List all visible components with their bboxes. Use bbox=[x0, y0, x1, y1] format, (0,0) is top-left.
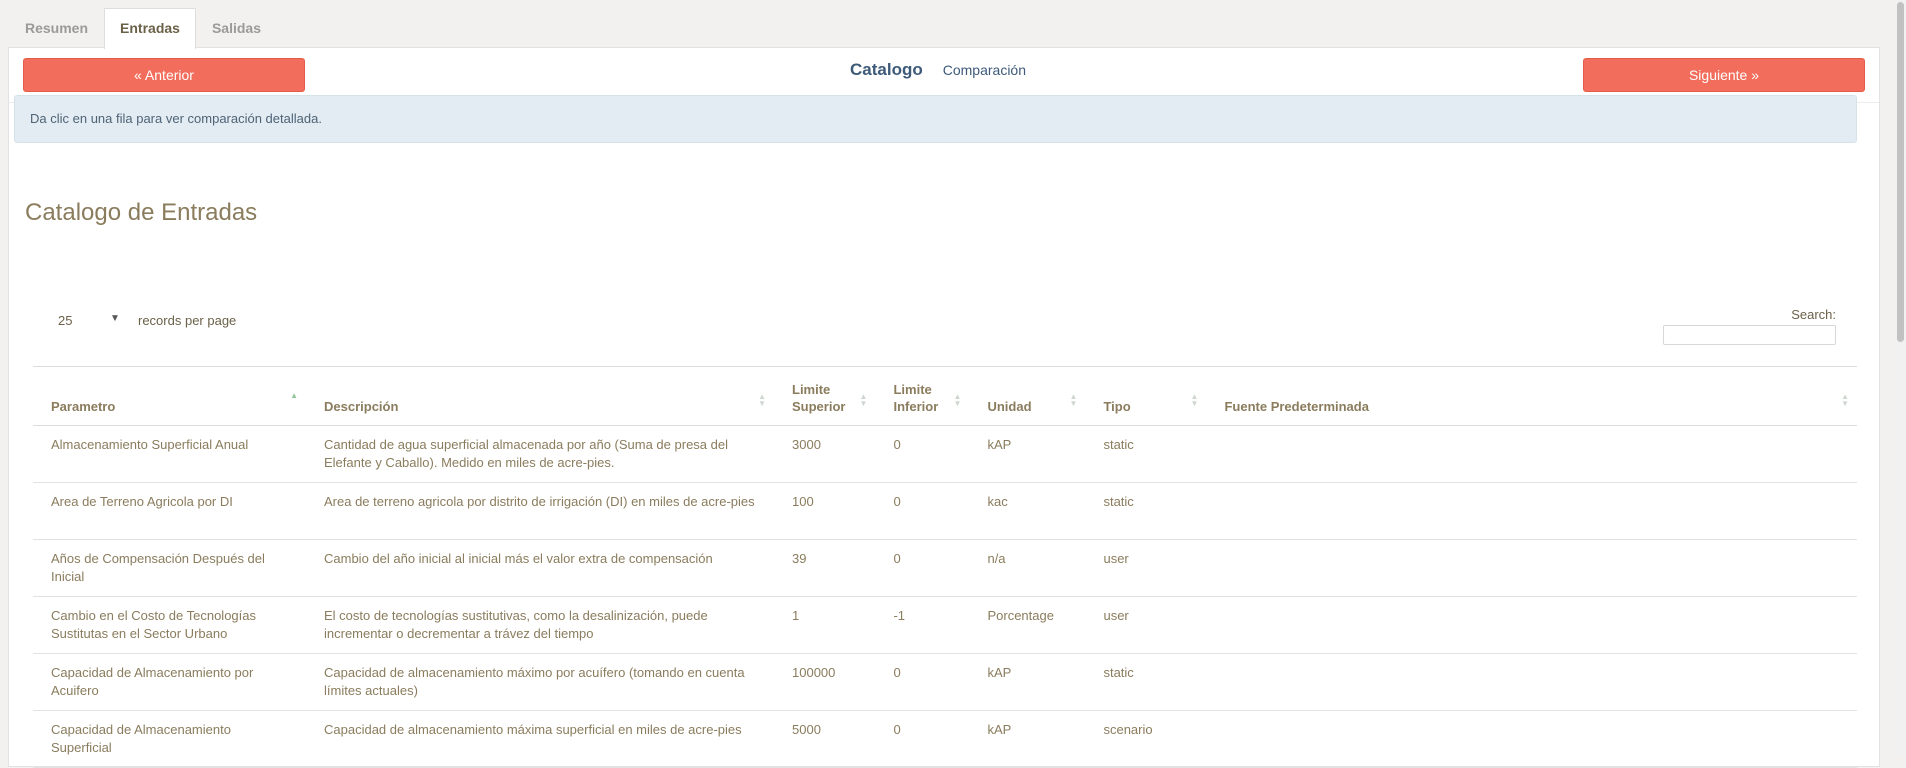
cell-unidad: n/a bbox=[987, 551, 1006, 566]
column-header-tipo[interactable]: Tipo ▲ ▼ bbox=[1085, 367, 1206, 426]
records-per-page-label: records per page bbox=[138, 313, 237, 328]
cell-limite-superior: 3000 bbox=[792, 437, 821, 452]
cell-limite-superior: 1 bbox=[792, 608, 800, 623]
column-header-descripcion[interactable]: Descripción ▲ ▼ bbox=[306, 367, 774, 426]
column-header-unidad[interactable]: Unidad ▲ ▼ bbox=[969, 367, 1085, 426]
page-scrollbar[interactable] bbox=[1894, 0, 1906, 756]
cell-descripcion: El costo de tecnologías sustitutivas, co… bbox=[324, 608, 708, 641]
cell-fuente bbox=[1206, 597, 1857, 654]
cell-unidad: Porcentage bbox=[987, 608, 1054, 623]
cell-descripcion: Capacidad de almacenamiento máxima super… bbox=[324, 722, 742, 737]
tab-entradas[interactable]: Entradas bbox=[104, 8, 196, 49]
column-header-label: Limite bbox=[893, 382, 932, 397]
cell-limite-superior: 5000 bbox=[792, 722, 821, 737]
cell-tipo: static bbox=[1103, 437, 1134, 452]
records-per-page-select[interactable]: 25 ▼ bbox=[58, 313, 120, 328]
cell-tipo: static bbox=[1103, 494, 1134, 509]
cell-parametro: Area de Terreno Agricola por DI bbox=[51, 494, 233, 509]
cell-fuente bbox=[1206, 483, 1857, 540]
column-header-label: Fuente Predeterminada bbox=[1224, 399, 1369, 414]
records-per-page-value: 25 bbox=[58, 313, 73, 328]
sub-navigation: Catalogo Comparación bbox=[850, 60, 1026, 80]
column-header-label: Limite bbox=[792, 382, 831, 397]
cell-limite-inferior: 0 bbox=[893, 494, 901, 509]
cell-unidad: kAP bbox=[987, 437, 1012, 452]
cell-limite-inferior: 0 bbox=[893, 437, 901, 452]
table-row[interactable]: Capacidad de Almacenamiento Superficial … bbox=[33, 711, 1857, 768]
column-header-label: Inferior bbox=[893, 399, 939, 414]
catalog-table: Parametro ▲ Descripción ▲ ▼ Limite Superi… bbox=[33, 366, 1857, 768]
table-row[interactable]: Capacidad de Almacenamiento por Acuifero… bbox=[33, 654, 1857, 711]
cell-limite-superior: 100 bbox=[792, 494, 814, 509]
cell-parametro: Años de Compensación Después del Inicial bbox=[51, 551, 265, 584]
cell-parametro: Capacidad de Almacenamiento Superficial bbox=[51, 722, 231, 755]
table-row[interactable]: Años de Compensación Después del Inicial… bbox=[33, 540, 1857, 597]
info-alert: Da clic en una fila para ver comparación… bbox=[14, 95, 1857, 143]
cell-descripcion: Cambio del año inicial al inicial más el… bbox=[324, 551, 713, 566]
sort-both-icon: ▲ ▼ bbox=[1190, 392, 1199, 408]
cell-tipo: user bbox=[1103, 608, 1129, 623]
column-header-limite-superior[interactable]: Limite Superior ▲ ▼ bbox=[774, 367, 875, 426]
cell-unidad: kAP bbox=[987, 722, 1012, 737]
column-header-fuente[interactable]: Fuente Predeterminada ▲ ▼ bbox=[1206, 367, 1857, 426]
sort-both-icon: ▲ ▼ bbox=[758, 392, 766, 408]
search-label: Search: bbox=[1791, 307, 1836, 322]
cell-tipo: scenario bbox=[1103, 722, 1153, 737]
sort-both-icon: ▲ ▼ bbox=[1069, 392, 1078, 408]
cell-limite-inferior: -1 bbox=[893, 608, 906, 623]
cell-unidad: kac bbox=[987, 494, 1008, 509]
column-header-parametro[interactable]: Parametro ▲ bbox=[33, 367, 306, 426]
cell-limite-superior: 100000 bbox=[792, 665, 836, 680]
records-per-page-control: 25 ▼ records per page bbox=[58, 313, 236, 328]
next-button[interactable]: Siguiente » bbox=[1583, 58, 1865, 92]
column-header-label: Parametro bbox=[51, 399, 116, 414]
cell-descripcion: Capacidad de almacenamiento máximo por a… bbox=[324, 665, 745, 698]
table-row[interactable]: Area de Terreno Agricola por DI Area de … bbox=[33, 483, 1857, 540]
tab-bar: Resumen Entradas Salidas bbox=[9, 8, 277, 49]
column-header-label: Descripción bbox=[324, 399, 399, 414]
table-row[interactable]: Cambio en el Costo de Tecnologías Sustit… bbox=[33, 597, 1857, 654]
comparison-link[interactable]: Comparación bbox=[943, 62, 1026, 78]
catalog-link[interactable]: Catalogo bbox=[850, 60, 923, 80]
cell-limite-inferior: 0 bbox=[893, 722, 901, 737]
cell-tipo: user bbox=[1103, 551, 1129, 566]
cell-fuente bbox=[1206, 426, 1857, 483]
cell-unidad: kAP bbox=[987, 665, 1012, 680]
cell-fuente bbox=[1206, 654, 1857, 711]
table-row[interactable]: Almacenamiento Superficial Anual Cantida… bbox=[33, 426, 1857, 483]
cell-limite-superior: 39 bbox=[792, 551, 807, 566]
column-header-limite-inferior[interactable]: Limite Inferior ▲ ▼ bbox=[875, 367, 969, 426]
search-control: Search: bbox=[1663, 307, 1836, 345]
column-header-label: Unidad bbox=[987, 399, 1032, 414]
tab-salidas[interactable]: Salidas bbox=[196, 8, 277, 48]
cell-parametro: Cambio en el Costo de Tecnologías Sustit… bbox=[51, 608, 256, 641]
column-header-label: Superior bbox=[792, 399, 846, 414]
table-header-row: Parametro ▲ Descripción ▲ ▼ Limite Superi… bbox=[33, 366, 1857, 426]
sort-ascending-icon: ▲ bbox=[290, 391, 298, 400]
cell-fuente bbox=[1206, 540, 1857, 597]
sort-both-icon: ▲ ▼ bbox=[1841, 392, 1849, 408]
cell-tipo: static bbox=[1103, 665, 1134, 680]
search-input[interactable] bbox=[1663, 325, 1836, 345]
previous-button[interactable]: « Anterior bbox=[23, 58, 305, 92]
cell-limite-inferior: 0 bbox=[893, 551, 901, 566]
cell-descripcion: Cantidad de agua superficial almacenada … bbox=[324, 437, 728, 470]
scrollbar-thumb[interactable] bbox=[1897, 2, 1904, 342]
sort-both-icon: ▲ ▼ bbox=[953, 392, 962, 408]
caret-down-icon: ▼ bbox=[110, 313, 120, 324]
cell-parametro: Capacidad de Almacenamiento por Acuifero bbox=[51, 665, 254, 698]
cell-fuente bbox=[1206, 711, 1857, 768]
tab-resumen[interactable]: Resumen bbox=[9, 8, 104, 48]
cell-parametro: Almacenamiento Superficial Anual bbox=[51, 437, 249, 452]
cell-limite-inferior: 0 bbox=[893, 665, 901, 680]
cell-descripcion: Area de terreno agricola por distrito de… bbox=[324, 494, 755, 509]
column-header-label: Tipo bbox=[1103, 399, 1131, 414]
sort-both-icon: ▲ ▼ bbox=[859, 392, 868, 408]
section-title: Catalogo de Entradas bbox=[25, 199, 258, 226]
